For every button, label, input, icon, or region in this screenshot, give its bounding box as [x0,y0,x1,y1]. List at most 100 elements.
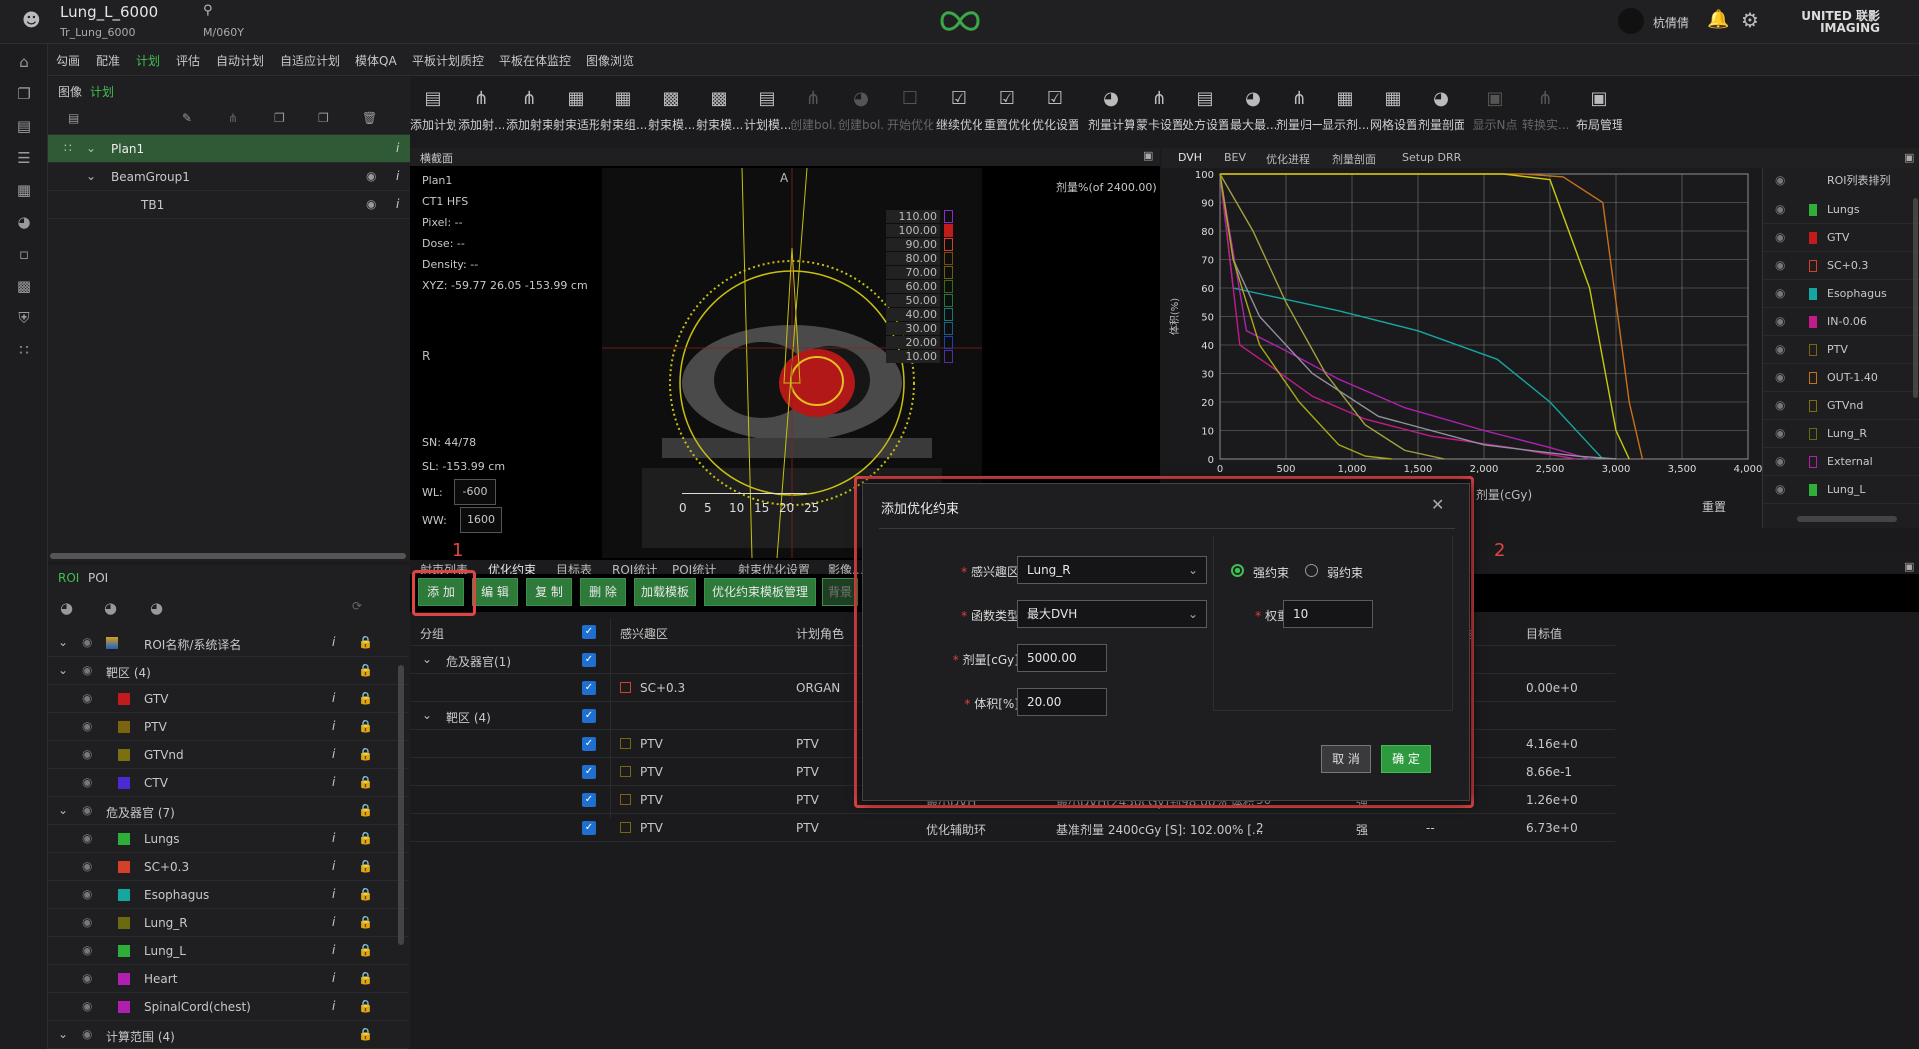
roi-group-row[interactable]: ⌄ ◉ 靶区 (4) 🔒 [48,657,408,685]
volume-input[interactable]: 20.00 [1017,688,1107,716]
apps-icon[interactable]: ∷ [14,340,34,360]
home-icon[interactable]: ⌂ [14,52,34,72]
tab-roi[interactable]: ROI [58,571,79,585]
info-icon[interactable]: i [332,915,335,929]
info-icon[interactable]: i [396,141,399,155]
lock-icon[interactable]: 🔒 [358,943,373,957]
roi-item-row[interactable]: ◉ PTV i 🔒 [48,713,408,741]
tab-image[interactable]: 图像 [58,83,82,100]
info-icon[interactable]: i [332,691,335,705]
eye-icon[interactable]: ◉ [1775,202,1785,216]
lock-icon[interactable]: 🔒 [358,971,373,985]
ok-button[interactable]: 确 定 [1381,745,1431,773]
menu-auto-plan[interactable]: 自动计划 [216,52,264,69]
menu-phantom-qa[interactable]: 模体QA [355,52,397,69]
toolbar-button-18[interactable]: ⋔ 剂量归一 [1276,88,1322,133]
eye-icon[interactable]: ◉ [1775,258,1785,272]
roi-select[interactable]: Lung_R ⌄ [1017,556,1207,584]
roi-tool-icon[interactable]: ◕ [104,599,117,617]
ww-input[interactable]: 1600 [460,507,502,533]
dvh-roi-row[interactable]: ◉ External [1763,448,1919,476]
lock-icon[interactable]: 🔒 [358,775,373,789]
action-button-4[interactable]: 加载模板 [634,578,696,606]
lock-icon[interactable]: 🔒 [358,1027,373,1041]
dvh-roi-row[interactable]: ◉ Lung_L [1763,476,1919,504]
info-icon[interactable]: i [332,831,335,845]
maximize-icon[interactable]: ▣ [1143,149,1153,162]
eye-icon[interactable]: ◉ [1775,370,1785,384]
user-icon[interactable]: ☻ [22,10,41,31]
scrollbar[interactable] [1913,198,1918,398]
dose-input[interactable]: 5000.00 [1017,644,1107,672]
dvh-roi-row[interactable]: ◉ GTVnd [1763,392,1919,420]
eye-icon[interactable]: ◉ [1775,230,1785,244]
visibility-icon[interactable]: ◉ [82,943,92,957]
edit-icon[interactable]: ✎ [182,111,192,125]
eye-icon[interactable]: ◉ [82,803,92,817]
row-checkbox[interactable]: ✓ [582,765,596,779]
lock-icon[interactable]: 🔒 [358,803,373,817]
shield-icon[interactable]: ⛨ [14,308,34,328]
roi-item-row[interactable]: ◉ SpinalCord(chest) i 🔒 [48,993,408,1021]
new-plan-icon[interactable]: ▤ [68,111,79,125]
cancel-button[interactable]: 取 消 [1321,745,1371,773]
menu-epid-invivo[interactable]: 平板在体监控 [499,52,571,69]
info-icon[interactable]: i [332,943,335,957]
lock-icon[interactable]: 🔒 [358,999,373,1013]
toolbar-button-3[interactable]: ▦ 射束适形 [553,88,599,133]
chevron-down-icon[interactable]: ⌄ [58,635,68,649]
avatar[interactable] [1618,8,1644,34]
eye-icon[interactable]: ◉ [1775,173,1785,187]
toolbar-button-19[interactable]: ▦ 显示剂... [1322,88,1368,133]
visibility-icon[interactable]: ◉ [82,775,92,789]
info-icon[interactable]: i [332,887,335,901]
dvh-roi-row[interactable]: ◉ GTV [1763,224,1919,252]
action-button-6[interactable]: 背景 [822,578,858,606]
eye-icon[interactable]: ◉ [1775,454,1785,468]
eye-icon[interactable]: ◉ [1775,426,1785,440]
wl-input[interactable]: -600 [454,479,496,505]
toolbar-button-13[interactable]: ☑ 优化设置 [1032,88,1078,133]
toolbar-button-14[interactable]: ◕ 剂量计算 [1088,88,1134,133]
chevron-down-icon[interactable]: ⌄ [422,708,432,722]
visibility-icon[interactable]: ◉ [82,859,92,873]
action-button-2[interactable]: 复 制 [526,578,572,606]
tab-poi[interactable]: POI [88,571,108,585]
refresh-icon[interactable]: ⟳ [352,599,362,613]
maximize-icon[interactable]: ▣ [1904,560,1914,573]
dvh-roi-row[interactable]: ◉ Esophagus [1763,280,1919,308]
dvh-roi-row[interactable]: ◉ Lung_R [1763,420,1919,448]
select-all-checkbox[interactable]: ✓ [582,625,596,639]
toolbar-button-5[interactable]: ▩ 射束模... [648,88,694,133]
tree-row-beam[interactable]: TB1 ◉ i [48,191,410,219]
tab-transverse[interactable]: 横截面 [420,150,453,166]
lock-icon[interactable]: 🔒 [358,831,373,845]
chevron-down-icon[interactable]: ⌄ [58,663,68,677]
row-checkbox[interactable]: ✓ [582,793,596,807]
stats-icon[interactable]: ▫ [14,244,34,264]
menu-epid-plan-qa[interactable]: 平板计划质控 [412,52,484,69]
toolbar-button-22[interactable]: ▣ 显示N点 [1472,88,1518,133]
info-icon[interactable]: i [332,719,335,733]
toolbar-button-16[interactable]: ▤ 处方设置 [1182,88,1228,133]
toolbar-button-10[interactable]: ☐ 开始优化 [887,88,933,133]
weak-radio[interactable] [1305,564,1318,577]
dvh-roi-row[interactable]: ◉ OUT-1.40 [1763,364,1919,392]
lock-icon[interactable]: 🔒 [358,747,373,761]
toolbar-button-21[interactable]: ◕ 剂量剖面 [1418,88,1464,133]
dvh-tab-0[interactable]: DVH [1178,151,1202,164]
roi-item-row[interactable]: ◉ CTV i 🔒 [48,769,408,797]
info-icon[interactable]: i [332,747,335,761]
toolbar-button-2[interactable]: ⋔ 添加射束 [506,88,552,133]
copy-icon[interactable]: ❐ [14,84,34,104]
dvh-roi-row[interactable]: ◉ SC+0.3 [1763,252,1919,280]
toolbar-button-24[interactable]: ▣ 布局管理 [1576,88,1622,133]
lock-icon[interactable]: 🔒 [358,719,373,733]
menu-adaptive-plan[interactable]: 自适应计划 [280,52,340,69]
chevron-down-icon[interactable]: ⌄ [58,803,68,817]
roi-item-row[interactable]: ◉ Lung_R i 🔒 [48,909,408,937]
strong-radio[interactable] [1231,564,1244,577]
roi-item-row[interactable]: ◉ Lung_L i 🔒 [48,937,408,965]
row-checkbox[interactable]: ✓ [582,681,596,695]
close-icon[interactable]: ✕ [1431,495,1444,514]
